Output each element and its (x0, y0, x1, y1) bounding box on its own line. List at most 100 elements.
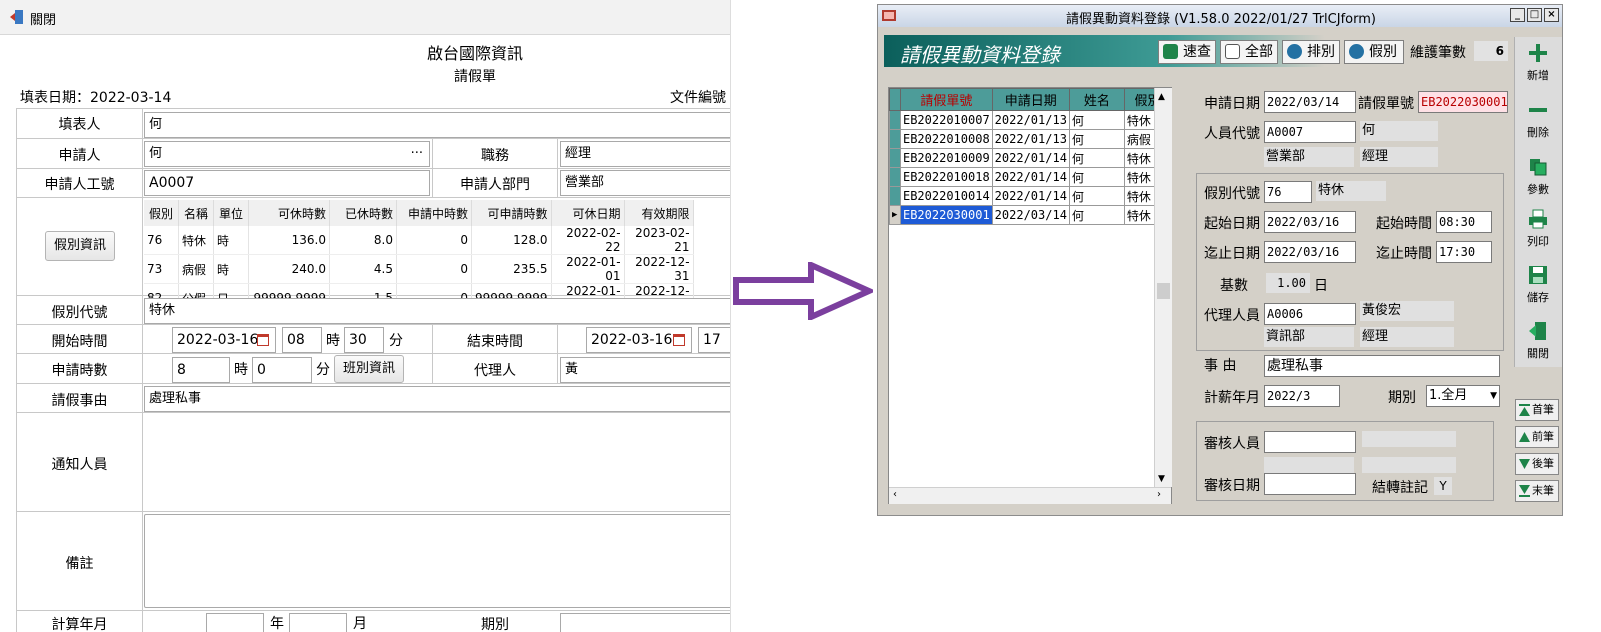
start-date-field[interactable]: 2022-03-16 (172, 327, 276, 353)
end-hour-field[interactable]: 17 (698, 327, 730, 353)
company-title: 啟台國際資訊 (426, 44, 523, 63)
printer-icon (1529, 209, 1547, 229)
calendar-icon[interactable] (673, 334, 685, 346)
col-header[interactable]: 申請日期 (991, 88, 1070, 111)
col-header: 申請中時數 (396, 200, 472, 226)
leave-code-field[interactable]: 特休 (144, 298, 730, 324)
start-time-field[interactable]: 08:30 (1436, 211, 1492, 233)
calc-month-field[interactable] (289, 613, 347, 632)
position-field[interactable]: 經理 (560, 141, 730, 167)
records-table: 請假單號 申請日期 姓名 假別 EB2022010007 2022/01/13 … (889, 88, 1172, 225)
save-label: 儲存 (1527, 291, 1549, 304)
filler-field[interactable]: 何 (144, 112, 730, 138)
first-record-button[interactable]: 首筆 (1515, 399, 1559, 421)
all-button[interactable]: 全部 (1220, 40, 1278, 64)
transfer-label: 結轉註記 (1372, 480, 1428, 496)
last-icon (1519, 485, 1530, 497)
transfer-value: Y (1434, 477, 1452, 495)
next-record-button[interactable]: 後筆 (1515, 453, 1559, 475)
start-hour-field[interactable]: 08 (282, 327, 322, 353)
leave-web-form: 關閉 啟台國際資訊 請假單 填表日期：2022-03-14 文件編號 填表人 何… (0, 0, 731, 632)
calendar-icon[interactable] (257, 334, 269, 346)
last-label: 末筆 (1532, 484, 1554, 497)
save-icon (1529, 266, 1547, 284)
scroll-left-icon[interactable]: ‹ (893, 489, 897, 500)
col-header[interactable]: 姓名 (1068, 88, 1125, 111)
row-indicator (889, 110, 901, 130)
selected-count: 6 (1474, 41, 1508, 61)
dept-field[interactable]: 營業部 (560, 170, 730, 196)
table-row[interactable]: 76 特休 時 136.0 8.0 0 128.0 2022-02-22 202… (144, 226, 694, 255)
shift-info-button[interactable]: 班別資訊 (334, 355, 404, 383)
leave-info-button[interactable]: 假別資訊 (45, 231, 115, 261)
table-row[interactable]: EB2022010008 2022/01/13 何 病假 (889, 129, 1172, 149)
banner-title: 請假異動資料登錄 (900, 43, 1060, 67)
table-cell: 2022/01/14 (991, 186, 1070, 206)
leave-type-button[interactable]: 假別 (1344, 40, 1404, 64)
reviewer-field[interactable] (1264, 431, 1356, 453)
agent-code-field[interactable]: A0006 (1264, 303, 1356, 325)
leave-code-field[interactable]: 76 (1264, 181, 1312, 203)
prev-record-button[interactable]: 前筆 (1515, 426, 1559, 448)
add-button[interactable]: 新增 (1519, 39, 1557, 87)
start-date-field[interactable]: 2022/03/16 (1264, 211, 1356, 233)
table-row-selected[interactable]: ▶ EB2022030001 2022/03/14 何 特休 (889, 205, 1172, 225)
last-record-button[interactable]: 末筆 (1515, 480, 1559, 502)
print-button[interactable]: 列印 (1519, 205, 1557, 253)
period-select[interactable] (560, 613, 730, 632)
close-window-button[interactable]: × (1544, 8, 1559, 22)
params-button[interactable]: 參數 (1519, 153, 1557, 201)
review-date-field[interactable] (1264, 473, 1356, 495)
minimize-button[interactable]: _ (1510, 8, 1525, 22)
close-button[interactable]: 關閉 (1519, 317, 1557, 365)
table-row[interactable]: EB2022010014 2022/01/14 何 特休 (889, 186, 1172, 206)
table-row[interactable]: EB2022010009 2022/01/14 何 特休 (889, 148, 1172, 168)
reason-field[interactable]: 處理私事 (1264, 355, 1500, 377)
close-link[interactable]: 關閉 (30, 9, 56, 28)
end-time-field[interactable]: 17:30 (1436, 241, 1492, 263)
scroll-thumb[interactable] (1157, 283, 1170, 299)
applicant-picker-button[interactable]: ··· (411, 142, 423, 166)
chevron-down-icon[interactable]: ▼ (1490, 386, 1497, 406)
save-button[interactable]: 儲存 (1519, 261, 1557, 309)
quick-query-button[interactable]: 速查 (1158, 40, 1216, 64)
table-row[interactable]: EB2022010018 2022/01/14 何 特休 (889, 167, 1172, 187)
calc-year-field[interactable] (206, 613, 264, 632)
form-no-field[interactable]: EB2022030001 (1418, 91, 1508, 113)
calc-month-field[interactable]: 2022/3 (1264, 385, 1340, 407)
end-date-field[interactable]: 2022-03-16 (586, 327, 692, 353)
col-header[interactable]: 請假單號 (899, 88, 993, 111)
delete-button[interactable]: 刪除 (1519, 96, 1557, 144)
first-label: 首筆 (1532, 403, 1554, 416)
reason-label: 請假事由 (17, 390, 142, 410)
month-unit: 月 (353, 616, 367, 632)
agent-label: 代理人員 (1204, 308, 1260, 324)
apply-date-field[interactable]: 2022/03/14 (1264, 91, 1356, 113)
first-icon (1519, 404, 1530, 416)
scroll-up-icon[interactable]: ▲ (1158, 92, 1165, 102)
applicant-field[interactable]: 何 ··· (144, 141, 430, 167)
scroll-right-icon[interactable]: › (1157, 489, 1161, 500)
emp-code-field[interactable]: A0007 (1264, 121, 1356, 143)
minutes-field[interactable]: 0 (252, 357, 312, 383)
agent-field[interactable]: 黃 (560, 357, 730, 383)
end-date-field[interactable]: 2022/03/16 (1264, 241, 1356, 263)
reviewer-title (1362, 457, 1456, 473)
table-row[interactable]: 73 病假 時 240.0 4.5 0 235.5 2022-01-01 202… (144, 254, 694, 284)
maximize-button[interactable]: □ (1527, 8, 1542, 22)
emp-no-field[interactable]: A0007 (144, 170, 430, 196)
table-cell: 240.0 (248, 254, 330, 284)
form-title: 請假單 (454, 69, 496, 85)
horizontal-scrollbar[interactable]: ‹ › (889, 487, 1171, 504)
table-row[interactable]: EB2022010007 2022/01/13 何 特休 (889, 110, 1172, 130)
start-min-field[interactable]: 30 (344, 327, 384, 353)
table-cell: 0 (396, 226, 472, 255)
remark-textarea[interactable] (144, 514, 730, 608)
order-button[interactable]: 排別 (1282, 40, 1340, 64)
table-cell: 何 (1068, 110, 1125, 130)
hours-field[interactable]: 8 (172, 357, 230, 383)
reason-field[interactable]: 處理私事 (144, 386, 730, 412)
vertical-scrollbar[interactable]: ▲ ▼ (1154, 88, 1172, 487)
period-select[interactable]: 1.全月 ▼ (1426, 385, 1500, 407)
scroll-down-icon[interactable]: ▼ (1158, 474, 1165, 484)
